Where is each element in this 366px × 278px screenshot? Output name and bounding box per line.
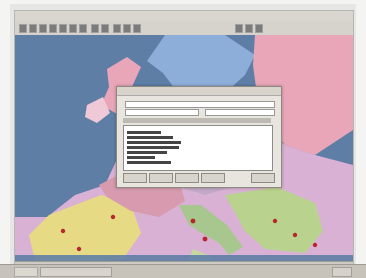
list-item bbox=[127, 146, 179, 149]
screen bbox=[0, 0, 366, 278]
taskbar bbox=[0, 264, 366, 278]
toolbar-button[interactable] bbox=[123, 24, 131, 33]
dialog-window bbox=[116, 86, 282, 188]
toolbar-button[interactable] bbox=[101, 24, 109, 33]
map-marker-icon[interactable] bbox=[272, 218, 278, 224]
map-marker-icon[interactable] bbox=[312, 242, 318, 248]
dialog-listbox[interactable] bbox=[123, 125, 273, 171]
dialog-field[interactable] bbox=[125, 109, 199, 116]
list-item bbox=[127, 156, 155, 159]
dialog-field[interactable] bbox=[125, 101, 275, 108]
toolbar-button[interactable] bbox=[59, 24, 67, 33]
dialog-button[interactable] bbox=[123, 173, 147, 183]
toolbar bbox=[15, 21, 353, 36]
toolbar-button[interactable] bbox=[49, 24, 57, 33]
dialog-field[interactable] bbox=[205, 109, 275, 116]
map-marker-icon[interactable] bbox=[190, 218, 196, 224]
dialog-button[interactable] bbox=[149, 173, 173, 183]
dialog-button[interactable] bbox=[175, 173, 199, 183]
taskbar-window-button[interactable] bbox=[40, 267, 112, 277]
toolbar-button[interactable] bbox=[245, 24, 253, 33]
toolbar-button[interactable] bbox=[79, 24, 87, 33]
list-item bbox=[127, 136, 173, 139]
system-tray bbox=[332, 267, 352, 277]
toolbar-button[interactable] bbox=[19, 24, 27, 33]
map-marker-icon[interactable] bbox=[202, 236, 208, 242]
toolbar-button[interactable] bbox=[91, 24, 99, 33]
dialog-button[interactable] bbox=[251, 173, 275, 183]
list-item bbox=[127, 161, 171, 164]
start-button[interactable] bbox=[14, 267, 38, 277]
toolbar-button[interactable] bbox=[133, 24, 141, 33]
list-item bbox=[127, 141, 181, 144]
window-title-bar[interactable] bbox=[15, 11, 353, 21]
toolbar-button[interactable] bbox=[255, 24, 263, 33]
toolbar-button[interactable] bbox=[113, 24, 121, 33]
map-marker-icon[interactable] bbox=[110, 214, 116, 220]
toolbar-button[interactable] bbox=[69, 24, 77, 33]
toolbar-button[interactable] bbox=[29, 24, 37, 33]
dialog-button[interactable] bbox=[201, 173, 225, 183]
list-item bbox=[127, 151, 167, 154]
dialog-separator bbox=[123, 118, 271, 123]
map-marker-icon[interactable] bbox=[292, 232, 298, 238]
dialog-title-bar[interactable] bbox=[117, 87, 281, 96]
toolbar-button[interactable] bbox=[235, 24, 243, 33]
toolbar-button[interactable] bbox=[39, 24, 47, 33]
map-marker-icon[interactable] bbox=[76, 246, 82, 252]
dialog-buttons bbox=[123, 173, 275, 183]
map-marker-icon[interactable] bbox=[60, 228, 66, 234]
list-item bbox=[127, 131, 161, 134]
